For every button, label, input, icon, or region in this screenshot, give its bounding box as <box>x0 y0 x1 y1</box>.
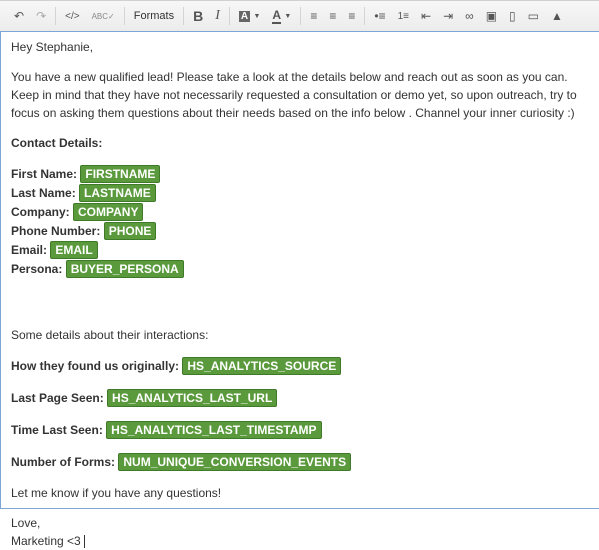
cta-button-icon[interactable]: ▭ <box>522 5 545 27</box>
bold-icon[interactable]: B <box>187 5 209 27</box>
align-center-icon[interactable]: ≡ <box>323 5 342 27</box>
bullet-list-icon[interactable]: •≡ <box>368 5 391 27</box>
field-label: How they found us originally: <box>11 359 179 373</box>
field-label: Email: <box>11 243 48 257</box>
greeting: Hey Stephanie, <box>11 40 94 54</box>
field-label: First Name: <box>11 167 78 181</box>
field-row: First Name: FIRSTNAME <box>11 164 589 183</box>
field-label: Last Page Seen: <box>11 391 104 405</box>
personalization-token[interactable]: LASTNAME <box>79 184 156 202</box>
personalization-token[interactable]: BUYER_PERSONA <box>65 260 184 278</box>
numbered-list-icon[interactable]: 1≡ <box>392 5 415 27</box>
formats-dropdown[interactable]: Formats <box>128 5 180 27</box>
field-label: Time Last Seen: <box>11 423 103 437</box>
email-body-editor[interactable]: Hey Stephanie, You have a new qualified … <box>0 31 599 549</box>
field-row: Company: COMPANY <box>11 202 589 221</box>
field-row: How they found us originally: HS_ANALYTI… <box>11 356 589 376</box>
divider <box>364 7 366 25</box>
align-left-icon[interactable]: ≡ <box>304 5 323 27</box>
background-color-icon[interactable]: A ▼ <box>233 5 267 27</box>
signature: Marketing <3 <box>11 534 81 548</box>
contact-heading: Contact Details: <box>11 136 103 150</box>
field-row: Phone Number: PHONE <box>11 221 589 240</box>
personalization-token[interactable]: PHONE <box>103 222 157 240</box>
divider <box>55 7 57 25</box>
italic-icon[interactable]: I <box>209 5 226 27</box>
divider <box>183 7 185 25</box>
divider <box>228 7 230 25</box>
field-row: Number of Forms: NUM_UNIQUE_CONVERSION_E… <box>11 452 589 472</box>
indent-icon[interactable]: ⇥ <box>437 5 459 27</box>
personalization-token[interactable]: EMAIL <box>50 241 98 259</box>
source-code-icon[interactable]: </> <box>59 5 85 27</box>
personalization-token[interactable]: HS_ANALYTICS_LAST_URL <box>107 389 278 407</box>
personalization-token[interactable]: COMPANY <box>73 203 144 221</box>
field-label: Last Name: <box>11 186 76 200</box>
divider <box>123 7 125 25</box>
divider <box>300 7 302 25</box>
closing: Let me know if you have any questions! <box>11 486 222 500</box>
interactions-intro: Some details about their interactions: <box>11 328 209 342</box>
text-color-icon[interactable]: A ▼ <box>266 5 297 27</box>
field-label: Phone Number: <box>11 224 101 238</box>
image-icon[interactable]: ▣ <box>480 5 503 27</box>
field-row: Email: EMAIL <box>11 240 589 259</box>
field-row: Last Page Seen: HS_ANALYTICS_LAST_URL <box>11 388 589 408</box>
personalize-icon[interactable]: ▲ <box>545 5 569 27</box>
personalization-token[interactable]: FIRSTNAME <box>80 165 161 183</box>
spellcheck-icon[interactable]: ABC✓ <box>86 5 121 27</box>
document-icon[interactable]: ▯ <box>503 5 522 27</box>
personalization-token[interactable]: HS_ANALYTICS_LAST_TIMESTAMP <box>106 421 322 439</box>
intro-paragraph: You have a new qualified lead! Please ta… <box>11 70 577 120</box>
field-label: Persona: <box>11 262 63 276</box>
personalization-token[interactable]: HS_ANALYTICS_SOURCE <box>182 357 342 375</box>
redo-icon[interactable]: ↷ <box>30 5 52 27</box>
field-row: Persona: BUYER_PERSONA <box>11 259 589 278</box>
text-cursor <box>83 535 85 549</box>
outdent-icon[interactable]: ⇤ <box>415 5 437 27</box>
editor-toolbar: ↶ ↷ </> ABC✓ Formats B I A ▼ A ▼ ≡ ≡ ≡ •… <box>0 0 599 31</box>
link-icon[interactable]: ∞ <box>459 5 480 27</box>
field-label: Number of Forms: <box>11 455 116 469</box>
signoff: Love, <box>11 516 41 530</box>
undo-icon[interactable]: ↶ <box>8 5 30 27</box>
field-row: Last Name: LASTNAME <box>11 183 589 202</box>
field-label: Company: <box>11 205 70 219</box>
personalization-token[interactable]: NUM_UNIQUE_CONVERSION_EVENTS <box>118 453 352 471</box>
field-row: Time Last Seen: HS_ANALYTICS_LAST_TIMEST… <box>11 420 589 440</box>
align-right-icon[interactable]: ≡ <box>342 5 361 27</box>
